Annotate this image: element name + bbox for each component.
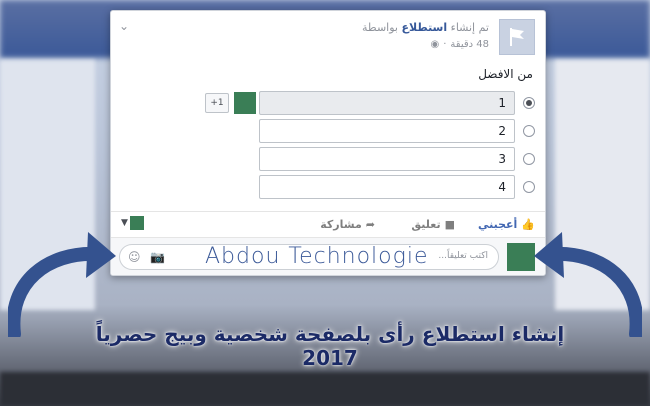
avatar xyxy=(507,243,535,271)
voter-avatar[interactable] xyxy=(233,91,257,115)
separator-dot: · xyxy=(443,39,447,50)
poll-option-1[interactable]: 1 xyxy=(259,91,535,115)
comment-label: تعليق xyxy=(411,218,441,231)
background-bottom xyxy=(0,372,650,406)
post-as-selector[interactable]: ▼ xyxy=(121,216,144,230)
camera-icon[interactable]: 📷 xyxy=(150,250,165,264)
poll-option-2[interactable]: 2 xyxy=(259,119,535,143)
like-label: أعجبني xyxy=(477,218,518,231)
curved-arrow-icon xyxy=(534,232,642,337)
header-prefix: تم إنشاء xyxy=(450,21,489,34)
avatar xyxy=(129,216,144,230)
more-voters-badge[interactable]: +1 xyxy=(205,93,229,113)
post-time[interactable]: 48 دقيقة · ◉ xyxy=(430,39,489,50)
radio-icon[interactable] xyxy=(523,125,535,137)
poll-option-label: 4 xyxy=(259,175,515,199)
post-header: تم إنشاء استطلاع بواسطة xyxy=(362,21,489,34)
share-button[interactable]: ➦ مشاركة xyxy=(320,218,375,231)
comment-placeholder: اكتب تعليقاً... xyxy=(438,251,488,261)
header-poll-link[interactable]: استطلاع xyxy=(401,21,447,34)
poll-option-4[interactable]: 4 xyxy=(259,175,535,199)
chevron-down-icon[interactable]: ⌄ xyxy=(119,19,129,33)
post-time-text: 48 دقيقة xyxy=(450,39,489,50)
curved-arrow-icon xyxy=(8,232,116,337)
actions-bar: 👍 أعجبني ■ تعليق ➦ مشاركة ▼ xyxy=(111,211,545,237)
header-suffix: بواسطة xyxy=(362,21,398,34)
post-text: من الافضل xyxy=(478,67,533,81)
radio-icon[interactable] xyxy=(523,181,535,193)
poll-post-card: تم إنشاء استطلاع بواسطة 48 دقيقة · ◉ ⌄ م… xyxy=(110,10,546,276)
poll-option-3[interactable]: 3 xyxy=(259,147,535,171)
poll-option-label: 3 xyxy=(259,147,515,171)
radio-icon[interactable] xyxy=(523,97,535,109)
emoji-icon[interactable]: ☺ xyxy=(128,250,141,264)
poll-option-label: 1 xyxy=(259,91,515,115)
comment-button[interactable]: ■ تعليق xyxy=(411,218,455,231)
share-icon: ➦ xyxy=(365,218,375,231)
caption-text: إنشاء استطلاع رأى بلصفحة شخصية وبيج حصري… xyxy=(95,322,565,370)
flag-icon xyxy=(510,28,524,46)
like-button[interactable]: 👍 أعجبني xyxy=(478,218,535,231)
caret-down-icon: ▼ xyxy=(121,218,128,228)
radio-icon[interactable] xyxy=(523,153,535,165)
poll-option-label: 2 xyxy=(259,119,515,143)
comment-icon: ■ xyxy=(444,218,455,231)
page-avatar[interactable] xyxy=(499,19,535,55)
share-label: مشاركة xyxy=(320,218,362,231)
globe-icon: ◉ xyxy=(430,39,440,50)
watermark-text: Abdou Technologie xyxy=(205,244,429,269)
